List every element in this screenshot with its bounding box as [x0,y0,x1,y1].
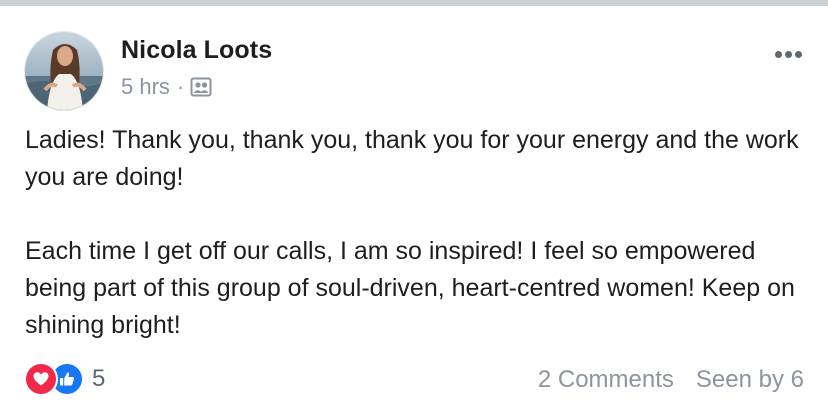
love-icon [24,362,58,396]
seen-by-link[interactable]: Seen by 6 [696,366,804,394]
more-dot [774,50,782,58]
more-dot [784,50,792,58]
meta-separator: · [176,74,185,99]
post-timestamp[interactable]: 5 hrs [121,74,170,100]
group-icon [190,76,212,98]
reaction-count: 5 [92,365,106,392]
post-meta: 5 hrs · [121,74,212,100]
post-paragraph: Each time I get off our calls, I am so i… [25,237,795,339]
more-options-icon[interactable] [768,44,808,64]
feed-post: Nicola Loots 5 hrs · Ladies! Thank you, … [0,6,828,412]
post-stats: 2 Comments Seen by 6 [538,366,804,394]
post-body: Ladies! Thank you, thank you, thank you … [25,122,815,344]
author-name[interactable]: Nicola Loots [121,36,272,65]
profile-photo-icon [25,32,103,110]
author-avatar[interactable] [24,31,104,111]
reactions-summary[interactable]: 5 [24,362,105,396]
more-dot [794,50,802,58]
post-paragraph: Ladies! Thank you, thank you, thank you … [25,126,799,191]
comments-link[interactable]: 2 Comments [538,366,674,394]
